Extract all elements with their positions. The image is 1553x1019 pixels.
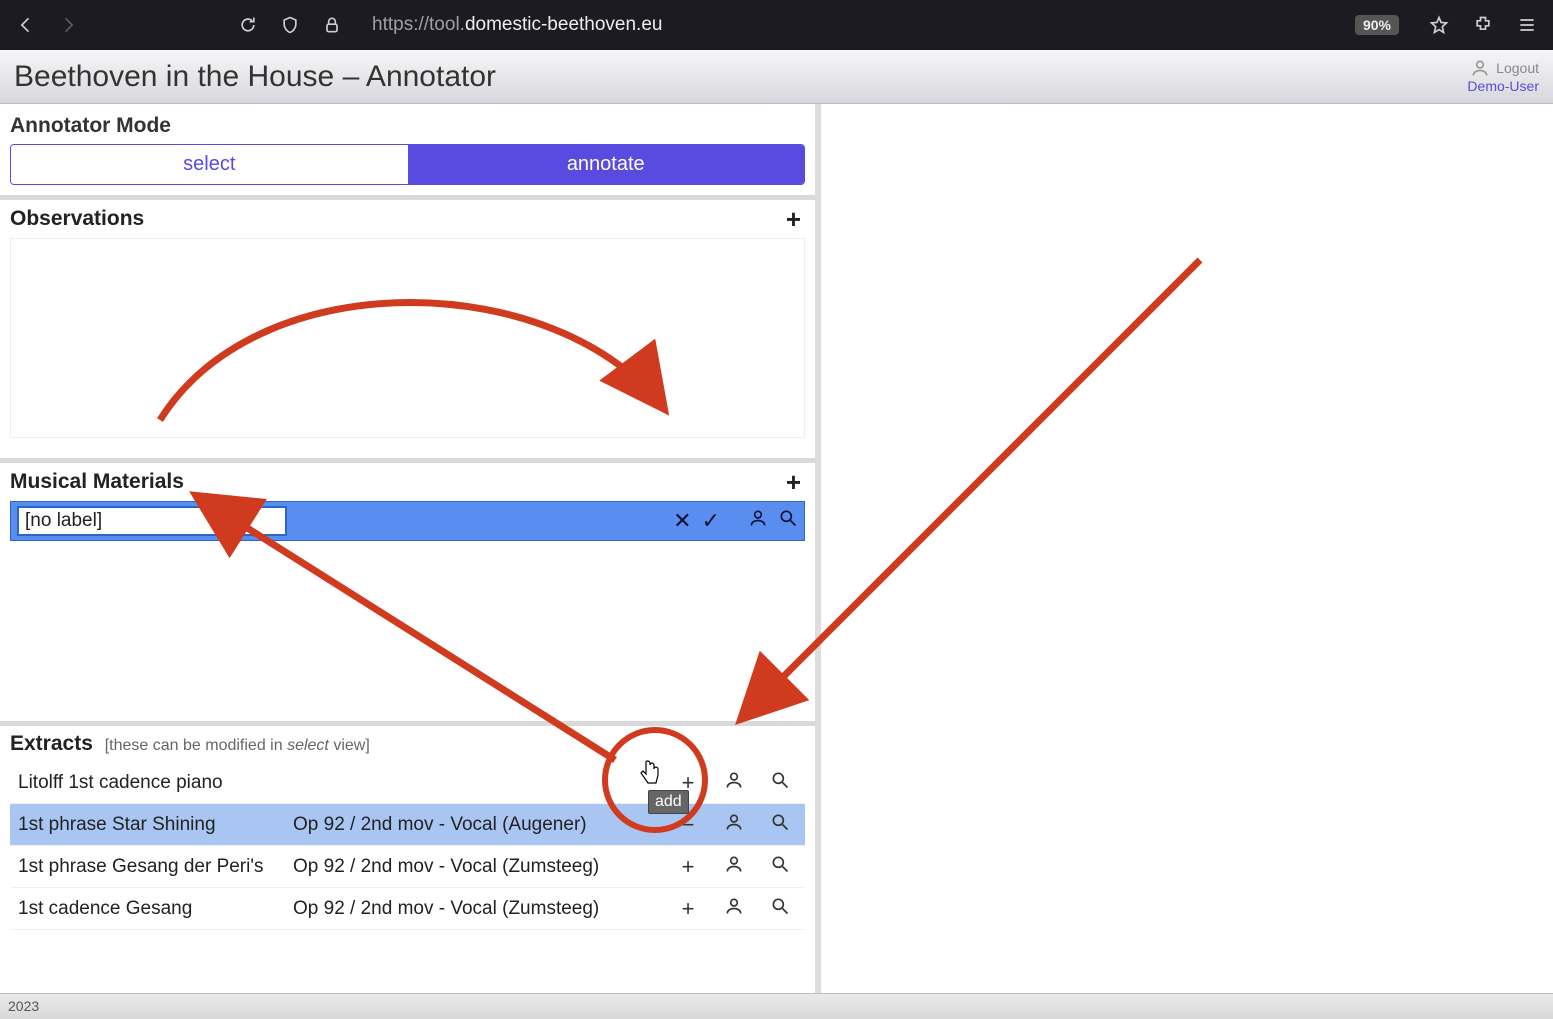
mode-select-button[interactable]: select (11, 145, 408, 184)
right-pane (821, 104, 1553, 993)
search-icon[interactable] (769, 812, 791, 838)
add-material-button[interactable]: + (782, 469, 805, 495)
extract-row[interactable]: 1st phrase Gesang der Peri's Op 92 / 2nd… (10, 846, 805, 888)
extract-row[interactable]: Litolff 1st cadence piano + (10, 762, 805, 804)
mode-section: Annotator Mode select annotate (0, 104, 815, 185)
observations-title: Observations (10, 207, 144, 231)
add-observation-button[interactable]: + (782, 206, 805, 232)
reload-button[interactable] (236, 13, 260, 37)
mode-annotate-button[interactable]: annotate (408, 145, 805, 184)
extract-row[interactable]: 1st cadence Gesang Op 92 / 2nd mov - Voc… (10, 888, 805, 930)
page-title: Beethoven in the House – Annotator (14, 60, 496, 94)
extracts-hint: [these can be modified in select view] (105, 737, 370, 754)
add-extract-icon[interactable]: + (677, 896, 699, 922)
extract-detail: Op 92 / 2nd mov - Vocal (Zumsteeg) (293, 898, 677, 920)
current-user[interactable]: Demo-User (1467, 78, 1539, 95)
materials-title: Musical Materials (10, 470, 184, 494)
app-header: Beethoven in the House – Annotator Logou… (0, 50, 1553, 104)
search-icon[interactable] (769, 770, 791, 796)
shield-icon[interactable] (278, 13, 302, 37)
extensions-icon[interactable] (1471, 13, 1495, 37)
observations-panel: Observations + (0, 195, 815, 448)
person-icon[interactable] (748, 508, 768, 534)
address-bar[interactable]: https://tool.domestic-beethoven.eu (362, 8, 1337, 42)
extract-detail: Op 92 / 2nd mov - Vocal (Augener) (293, 814, 677, 836)
menu-icon[interactable] (1515, 13, 1539, 37)
mode-label: Annotator Mode (10, 114, 805, 138)
material-label-input[interactable] (17, 506, 287, 536)
extract-name: 1st phrase Star Shining (18, 814, 293, 836)
browser-toolbar: https://tool.domestic-beethoven.eu 90% (0, 0, 1553, 50)
back-button[interactable] (14, 13, 38, 37)
left-pane: Annotator Mode select annotate Observati… (0, 104, 815, 993)
confirm-icon[interactable]: ✓ (702, 508, 720, 534)
cancel-icon[interactable]: ✕ (673, 508, 691, 534)
materials-body: ✕ ✓ (10, 501, 805, 701)
user-area: Logout Demo-User (1467, 58, 1539, 95)
footer: 2023 (0, 993, 1553, 1019)
extract-name: 1st phrase Gesang der Peri's (18, 856, 293, 878)
search-icon[interactable] (769, 896, 791, 922)
extract-name: Litolff 1st cadence piano (18, 772, 293, 794)
person-icon[interactable] (723, 896, 745, 922)
extract-detail: Op 92 / 2nd mov - Vocal (Zumsteeg) (293, 856, 677, 878)
mode-toggle: select annotate (10, 144, 805, 185)
person-icon[interactable] (723, 770, 745, 796)
add-extract-icon[interactable]: + (677, 770, 699, 796)
extract-row[interactable]: 1st phrase Star Shining Op 92 / 2nd mov … (10, 804, 805, 846)
extracts-body: Litolff 1st cadence piano + 1st phrase S… (10, 762, 805, 930)
search-icon[interactable] (769, 854, 791, 880)
observations-body (10, 238, 805, 438)
material-row[interactable]: ✕ ✓ (10, 501, 805, 541)
logout-link[interactable]: Logout (1467, 58, 1539, 78)
extracts-panel: Extracts [these can be modified in selec… (0, 721, 815, 940)
add-extract-icon[interactable]: + (677, 854, 699, 880)
person-icon[interactable] (723, 854, 745, 880)
extract-name: 1st cadence Gesang (18, 898, 293, 920)
forward-button[interactable] (56, 13, 80, 37)
search-icon[interactable] (778, 508, 798, 534)
materials-panel: Musical Materials + ✕ ✓ (0, 458, 815, 711)
lock-icon (320, 13, 344, 37)
bookmark-star-icon[interactable] (1427, 13, 1451, 37)
extracts-title: Extracts (10, 732, 93, 755)
zoom-badge[interactable]: 90% (1355, 15, 1399, 35)
person-icon[interactable] (723, 812, 745, 838)
remove-extract-icon[interactable]: − (677, 812, 699, 838)
app-body: Annotator Mode select annotate Observati… (0, 104, 1553, 993)
url-text: https://tool.domestic-beethoven.eu (372, 14, 662, 36)
